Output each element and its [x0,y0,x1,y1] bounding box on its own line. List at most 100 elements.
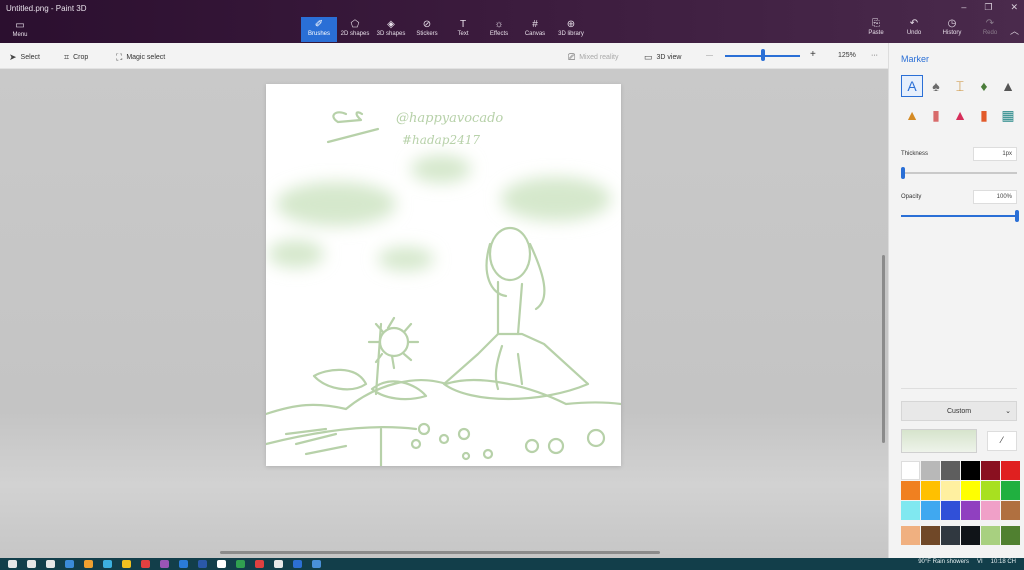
paste-button[interactable]: ⎘ Paste [862,18,890,36]
calligraphy-pen-brush[interactable]: ♠ [925,75,947,97]
spray-can-brush[interactable]: ▮ [973,104,995,126]
custom-color-swatch[interactable] [901,526,920,545]
color-swatch[interactable] [941,501,960,520]
color-swatch[interactable] [921,501,940,520]
taskbar-app-icon[interactable] [236,560,245,568]
zoom-out-button[interactable]: — [706,52,713,59]
tab-label: Brushes [307,31,330,37]
custom-color-swatch[interactable] [981,526,1000,545]
tab-brushes[interactable]: ✐ Brushes [301,17,337,42]
taskbar-app-icon[interactable] [27,560,36,568]
thickness-label: Thickness [901,151,929,157]
brush-icon: ✐ [314,19,324,30]
taskbar-app-icon[interactable] [312,560,321,568]
more-options-button[interactable]: ··· [871,52,878,59]
3d-library-icon: ⊕ [566,19,576,30]
crop-button[interactable]: ⌗ Crop [64,52,88,63]
color-swatch[interactable] [901,461,920,480]
redo-button[interactable]: ↷ Redo [976,18,1004,36]
drawing-artwork: @happyavocado #hadap2417 [264,111,623,468]
zoom-in-button[interactable]: + [810,49,816,60]
custom-color-swatch[interactable] [941,526,960,545]
magic-select-button[interactable]: ⛶ Magic select [116,52,165,63]
close-button[interactable]: ✕ [1010,2,1018,13]
pixel-pen-brush[interactable]: ▲ [997,75,1019,97]
custom-color-swatch[interactable] [1001,526,1020,545]
color-swatch[interactable] [921,461,940,480]
chevron-down-icon: ⌄ [1005,408,1011,415]
tab-2d-shapes[interactable]: ⬠ 2D shapes [337,17,373,42]
drawing-canvas[interactable]: @happyavocado #hadap2417 [264,84,623,468]
taskbar-app-icon[interactable] [84,560,93,568]
taskbar-app-icon[interactable] [65,560,74,568]
color-swatch[interactable] [961,481,980,500]
crayon-brush[interactable]: ▲ [949,104,971,126]
oil-brush[interactable]: ⌶ [949,75,971,97]
taskbar-app-icon[interactable] [160,560,169,568]
taskbar-app-icon[interactable] [293,560,302,568]
taskbar-app-icon[interactable] [274,560,283,568]
thickness-slider-thumb[interactable] [901,167,906,179]
mixed-reality-button[interactable]: ⎚ Mixed reality [568,52,619,63]
menu-button[interactable]: ▭ Menu [8,20,32,38]
color-swatch[interactable] [941,481,960,500]
color-swatch[interactable] [961,461,980,480]
color-swatch[interactable] [1001,501,1020,520]
color-swatch[interactable] [1001,481,1020,500]
weather-status[interactable]: 90°F Rain showers [918,559,969,565]
color-swatch[interactable] [941,461,960,480]
taskbar-app-icon[interactable] [122,560,131,568]
color-swatch[interactable] [1001,461,1020,480]
taskbar-app-icon[interactable] [103,560,112,568]
undo-button[interactable]: ↶ Undo [900,18,928,36]
marker-brush[interactable]: A [901,75,923,97]
opacity-slider-thumb[interactable] [1015,210,1019,222]
maximize-button[interactable]: ❐ [984,2,992,13]
taskbar-app-icon[interactable] [217,560,226,568]
taskbar-app-icon[interactable] [198,560,207,568]
tab-canvas[interactable]: # Canvas [517,17,553,42]
taskbar-app-icon[interactable] [46,560,55,568]
pencil-brush[interactable]: ▲ [901,104,923,126]
custom-color-swatch[interactable] [921,526,940,545]
language-indicator[interactable]: VI [977,559,983,565]
3d-view-button[interactable]: ▭ 3D view [644,52,681,63]
color-swatch[interactable] [901,501,920,520]
select-button[interactable]: ➤ Select [9,52,40,63]
color-swatch[interactable] [981,461,1000,480]
horizontal-scrollbar[interactable] [220,551,660,554]
opacity-slider-track[interactable] [901,215,1017,217]
custom-color-dropdown[interactable]: Custom ⌄ [901,401,1017,421]
tab-3d-shapes[interactable]: ◈ 3D shapes [373,17,409,42]
opacity-input[interactable]: 100% [973,190,1017,204]
watercolor-brush[interactable]: ♦ [973,75,995,97]
color-swatch[interactable] [901,481,920,500]
tab-label: 3D library [558,31,584,37]
color-swatch[interactable] [981,481,1000,500]
color-swatch[interactable] [961,501,980,520]
taskbar-app-icon[interactable] [141,560,150,568]
fill-bucket-brush[interactable]: ▦ [997,104,1019,126]
effects-icon: ☼ [494,19,504,30]
eraser-brush[interactable]: ▮ [925,104,947,126]
taskbar-app-icon[interactable] [255,560,264,568]
color-swatch[interactable] [981,501,1000,520]
tab-effects[interactable]: ☼ Effects [481,17,517,42]
taskbar-app-icon[interactable] [8,560,17,568]
tab-stickers[interactable]: ⊘ Stickers [409,17,445,42]
zoom-slider-thumb[interactable] [761,49,765,61]
taskbar-app-icon[interactable] [179,560,188,568]
thickness-input[interactable]: 1px [973,147,1017,161]
vertical-scrollbar[interactable] [882,255,885,443]
eyedropper-button[interactable]: ⁄ [987,431,1017,451]
text-icon: T [459,19,467,30]
collapse-ribbon-chevron-icon[interactable]: ︿ [1010,24,1019,37]
clock[interactable]: 10:18 CH [991,559,1016,565]
thickness-slider-track[interactable] [901,172,1017,174]
tab-3d-library[interactable]: ⊕ 3D library [553,17,589,42]
color-swatch[interactable] [921,481,940,500]
history-button[interactable]: ◷ History [938,18,966,36]
minimize-button[interactable]: – [961,2,966,13]
custom-color-swatch[interactable] [961,526,980,545]
tab-text[interactable]: T Text [445,17,481,42]
